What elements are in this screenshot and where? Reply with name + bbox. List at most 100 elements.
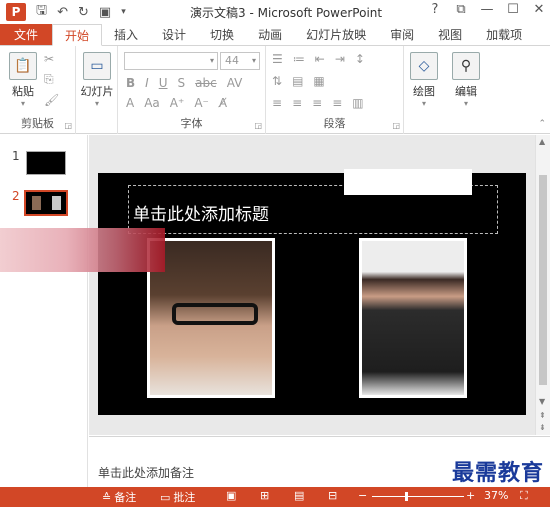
tab-insert[interactable]: 插入	[102, 24, 150, 45]
shadow-icon[interactable]: S	[178, 76, 186, 90]
scrollbar-thumb[interactable]	[539, 175, 547, 385]
ribbon-display-options-icon[interactable]: ⧉	[454, 2, 468, 17]
normal-view-button[interactable]: ▣	[226, 489, 236, 502]
blurred-overlay	[0, 228, 165, 272]
font-group: ▾ 44 ▾ B I U S abc AV A Aa A⁺ A⁻ A̸ 字体 ◲	[118, 46, 266, 134]
clipboard-launcher-icon[interactable]: ◲	[64, 121, 72, 130]
thumbnail-number-2: 2	[12, 189, 20, 203]
font-name-dropdown[interactable]: ▾	[124, 52, 218, 70]
tab-review[interactable]: 审阅	[378, 24, 426, 45]
zoom-slider-thumb[interactable]	[405, 492, 408, 501]
clear-formatting-icon[interactable]: A̸	[219, 96, 227, 110]
customize-qat-icon[interactable]: ▾	[121, 7, 126, 17]
portrait-photo-glasses[interactable]	[147, 238, 275, 398]
tab-transitions[interactable]: 切换	[198, 24, 246, 45]
line-spacing-icon[interactable]: ↕	[355, 52, 365, 66]
collapse-ribbon-icon[interactable]: ⌃	[538, 119, 546, 129]
tab-animations[interactable]: 动画	[246, 24, 294, 45]
numbering-icon[interactable]: ≔	[293, 52, 305, 66]
font-color-icon[interactable]: A	[126, 96, 134, 110]
align-right-icon[interactable]: ≡	[312, 96, 322, 110]
help-icon[interactable]: ?	[428, 2, 442, 17]
start-from-beginning-icon[interactable]: ▣	[99, 5, 111, 20]
fit-to-window-button[interactable]: ⛶	[520, 489, 528, 503]
chevron-down-icon: ▾	[421, 99, 426, 108]
slide-thumbnail-2[interactable]	[24, 190, 68, 216]
char-spacing-icon[interactable]: AV	[227, 76, 243, 90]
smartart-icon[interactable]: ▦	[313, 74, 324, 88]
new-slide-label: 幻灯片	[80, 85, 114, 98]
italic-icon[interactable]: I	[145, 76, 149, 90]
reading-view-icon: ▤	[294, 489, 305, 502]
align-left-icon[interactable]: ≡	[272, 96, 282, 110]
blank-patch	[344, 169, 472, 195]
decrease-font-icon[interactable]: A⁻	[194, 96, 209, 110]
thumbnail-number-1: 1	[12, 149, 20, 163]
increase-indent-icon[interactable]: ⇥	[335, 52, 345, 66]
cut-icon[interactable]: ✂	[44, 52, 59, 66]
text-direction-icon[interactable]: ⇅	[272, 74, 282, 88]
slide-editor: 单击此处添加标题	[89, 135, 535, 435]
tab-home[interactable]: 开始	[52, 24, 103, 46]
vertical-scrollbar[interactable]: ▲ ▼ ⇞ ⇟	[535, 135, 550, 435]
drawing-button[interactable]: ◇ 绘图 ▾	[408, 52, 440, 108]
strikethrough-icon[interactable]: abc	[195, 76, 217, 90]
zoom-in-button[interactable]: +	[466, 489, 475, 502]
zoom-out-button[interactable]: −	[358, 489, 367, 502]
maximize-icon[interactable]: ☐	[506, 2, 520, 17]
scroll-up-icon[interactable]: ▲	[539, 137, 545, 146]
quick-access-toolbar: 🖫 ↶ ↻ ▣ ▾	[36, 1, 126, 23]
new-slide-button[interactable]: ▭ 幻灯片 ▾	[80, 52, 114, 108]
redo-icon[interactable]: ↻	[78, 5, 89, 20]
slides-group: ▭ 幻灯片 ▾	[76, 46, 118, 134]
slide-canvas[interactable]: 单击此处添加标题	[98, 173, 526, 415]
slide-thumbnail-1[interactable]	[26, 151, 66, 175]
scroll-down-icon[interactable]: ▼	[539, 397, 545, 406]
justify-icon[interactable]: ≡	[332, 96, 342, 110]
tab-addins[interactable]: 加载项	[474, 24, 534, 45]
previous-slide-icon[interactable]: ⇞	[539, 411, 546, 420]
next-slide-icon[interactable]: ⇟	[539, 423, 546, 432]
drawing-label: 绘图	[413, 85, 435, 98]
tab-file[interactable]: 文件	[0, 24, 52, 45]
minimize-icon[interactable]: —	[480, 2, 494, 17]
change-case-icon[interactable]: Aa	[144, 96, 160, 110]
title-placeholder-text: 单击此处添加标题	[133, 205, 269, 225]
slideshow-view-button[interactable]: ⊟	[328, 489, 337, 502]
notes-pane[interactable]: 单击此处添加备注 最需教育	[89, 436, 550, 487]
tab-view[interactable]: 视图	[426, 24, 474, 45]
shapes-icon: ◇	[410, 52, 438, 80]
close-icon[interactable]: ✕	[532, 2, 546, 17]
columns-icon[interactable]: ▥	[352, 96, 363, 110]
bullets-icon[interactable]: ☰	[272, 52, 283, 66]
align-center-icon[interactable]: ≡	[292, 96, 302, 110]
reading-view-button[interactable]: ▤	[294, 489, 304, 502]
paste-button[interactable]: 📋 粘贴 ▾	[6, 52, 40, 108]
chevron-down-icon: ▾	[20, 99, 25, 108]
editing-button[interactable]: ⚲ 编辑 ▾	[450, 52, 482, 108]
undo-icon[interactable]: ↶	[57, 5, 68, 20]
notes-toggle-button[interactable]: ≙ 备注	[102, 489, 136, 505]
align-text-icon[interactable]: ▤	[292, 74, 303, 88]
portrait-photo-jacket[interactable]	[359, 238, 467, 398]
zoom-slider[interactable]	[372, 496, 464, 497]
copy-icon[interactable]: ⎘	[44, 72, 59, 87]
decrease-indent-icon[interactable]: ⇤	[315, 52, 325, 66]
font-group-label: 字体	[180, 117, 203, 130]
tab-design[interactable]: 设计	[150, 24, 198, 45]
notes-placeholder: 单击此处添加备注	[98, 466, 195, 480]
underline-icon[interactable]: U	[159, 76, 168, 90]
font-launcher-icon[interactable]: ◲	[254, 121, 262, 130]
bold-icon[interactable]: B	[126, 76, 135, 90]
paragraph-launcher-icon[interactable]: ◲	[392, 121, 400, 130]
slide-sorter-button[interactable]: ⊞	[260, 489, 269, 502]
format-painter-icon[interactable]: 🖌	[44, 93, 59, 107]
zoom-level[interactable]: 37%	[484, 489, 508, 502]
powerpoint-logo-icon[interactable]: P	[6, 3, 26, 21]
increase-font-icon[interactable]: A⁺	[170, 96, 185, 110]
tab-slideshow[interactable]: 幻灯片放映	[294, 24, 378, 45]
comments-toggle-button[interactable]: ▭ 批注	[160, 489, 195, 505]
font-size-dropdown[interactable]: 44 ▾	[220, 52, 260, 70]
save-icon[interactable]: 🖫	[36, 1, 47, 23]
thumbnail-pane: 1 2	[0, 135, 88, 487]
